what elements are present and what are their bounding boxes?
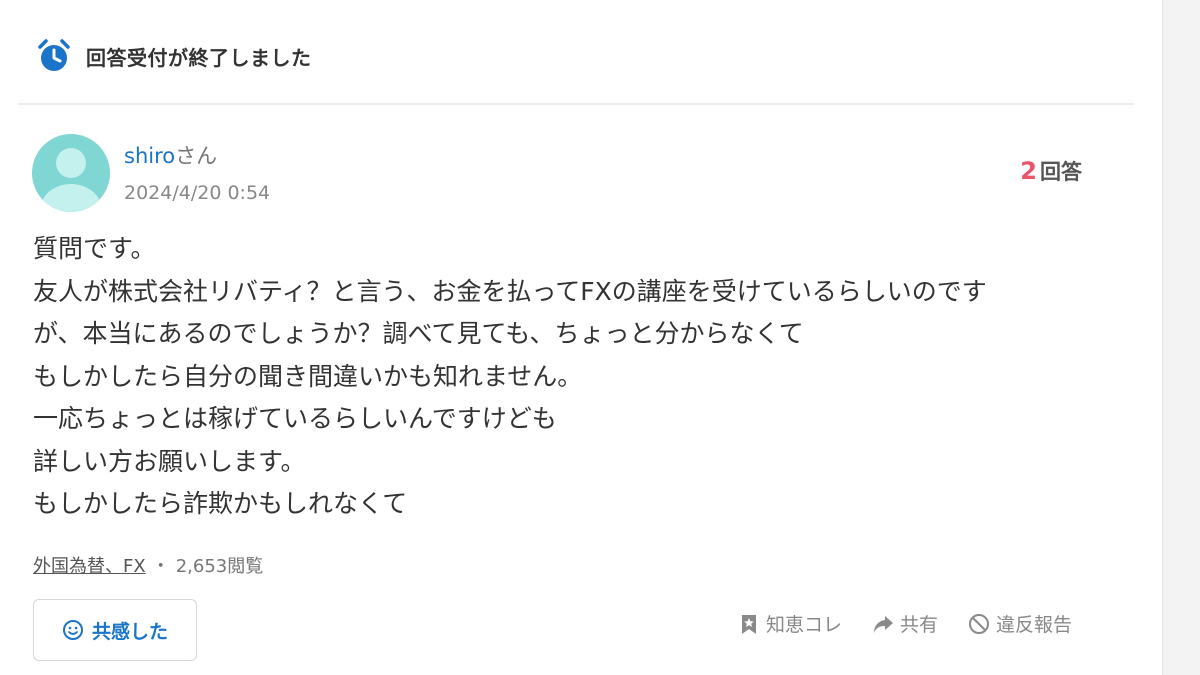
chiebukuro-button[interactable]: 知恵コレ	[738, 610, 842, 637]
body-line: 友人が株式会社リバティ？と言う、お金を払ってFXの講座を受けているらしいのです	[33, 276, 987, 306]
body-line: 詳しい方お願いします。	[33, 446, 306, 476]
report-label: 違反報告	[995, 614, 1072, 636]
body-line: もしかしたら自分の聞き間違いかも知れません。	[33, 361, 583, 391]
user-name[interactable]: shiroさん	[124, 140, 217, 170]
category-link[interactable]: 外国為替、FX	[33, 552, 146, 578]
chiebukuro-label: 知恵コレ	[765, 614, 842, 636]
user-honorific: さん	[175, 144, 218, 168]
body-line: もしかしたら詐欺かもしれなくて	[33, 489, 408, 518]
report-button[interactable]: 違反報告	[968, 610, 1072, 637]
body-line: 質問です。	[33, 234, 156, 263]
question-body: 質問です。 友人が株式会社リバティ？と言う、お金を払ってFXの講座を受けているら…	[33, 228, 1133, 526]
empathy-button[interactable]: 共感した	[33, 599, 197, 661]
status-header: 回答受付が終了しました	[36, 36, 312, 76]
bookmark-star-icon	[741, 614, 756, 634]
share-arrow-icon	[873, 615, 893, 633]
page-gutter	[1163, 0, 1200, 675]
question-actions: 知恵コレ 共有 違反報告	[708, 610, 1072, 637]
answer-count-number: 2	[1020, 157, 1037, 185]
answer-count[interactable]: 2 回答	[1020, 156, 1082, 186]
user-name-link[interactable]: shiro	[124, 144, 175, 168]
view-count: 2,653閲覧	[175, 556, 264, 577]
header-divider	[18, 103, 1134, 105]
status-title: 回答受付が終了しました	[86, 45, 312, 70]
empathy-button-label: 共感した	[91, 620, 168, 643]
alarm-clock-icon	[38, 39, 70, 71]
answer-count-label: 回答	[1040, 160, 1082, 184]
share-label: 共有	[899, 614, 938, 636]
prohibited-icon	[968, 613, 989, 634]
question-card: 回答受付が終了しました shiroさん 2024/4/20 0:54 2 回答 …	[0, 0, 1163, 675]
user-avatar[interactable]	[32, 134, 110, 212]
smile-icon	[62, 620, 83, 640]
meta-separator: ・	[151, 556, 170, 577]
post-timestamp: 2024/4/20 0:54	[124, 182, 271, 204]
share-button[interactable]: 共有	[872, 610, 938, 637]
question-meta: 外国為替、FX ・ 2,653閲覧	[33, 552, 263, 578]
body-line: 一応ちょっとは稼げているらしいんですけども	[33, 404, 557, 433]
body-line: が、本当にあるのでしょうか？調べて見ても、ちょっと分からなくて	[33, 319, 804, 348]
